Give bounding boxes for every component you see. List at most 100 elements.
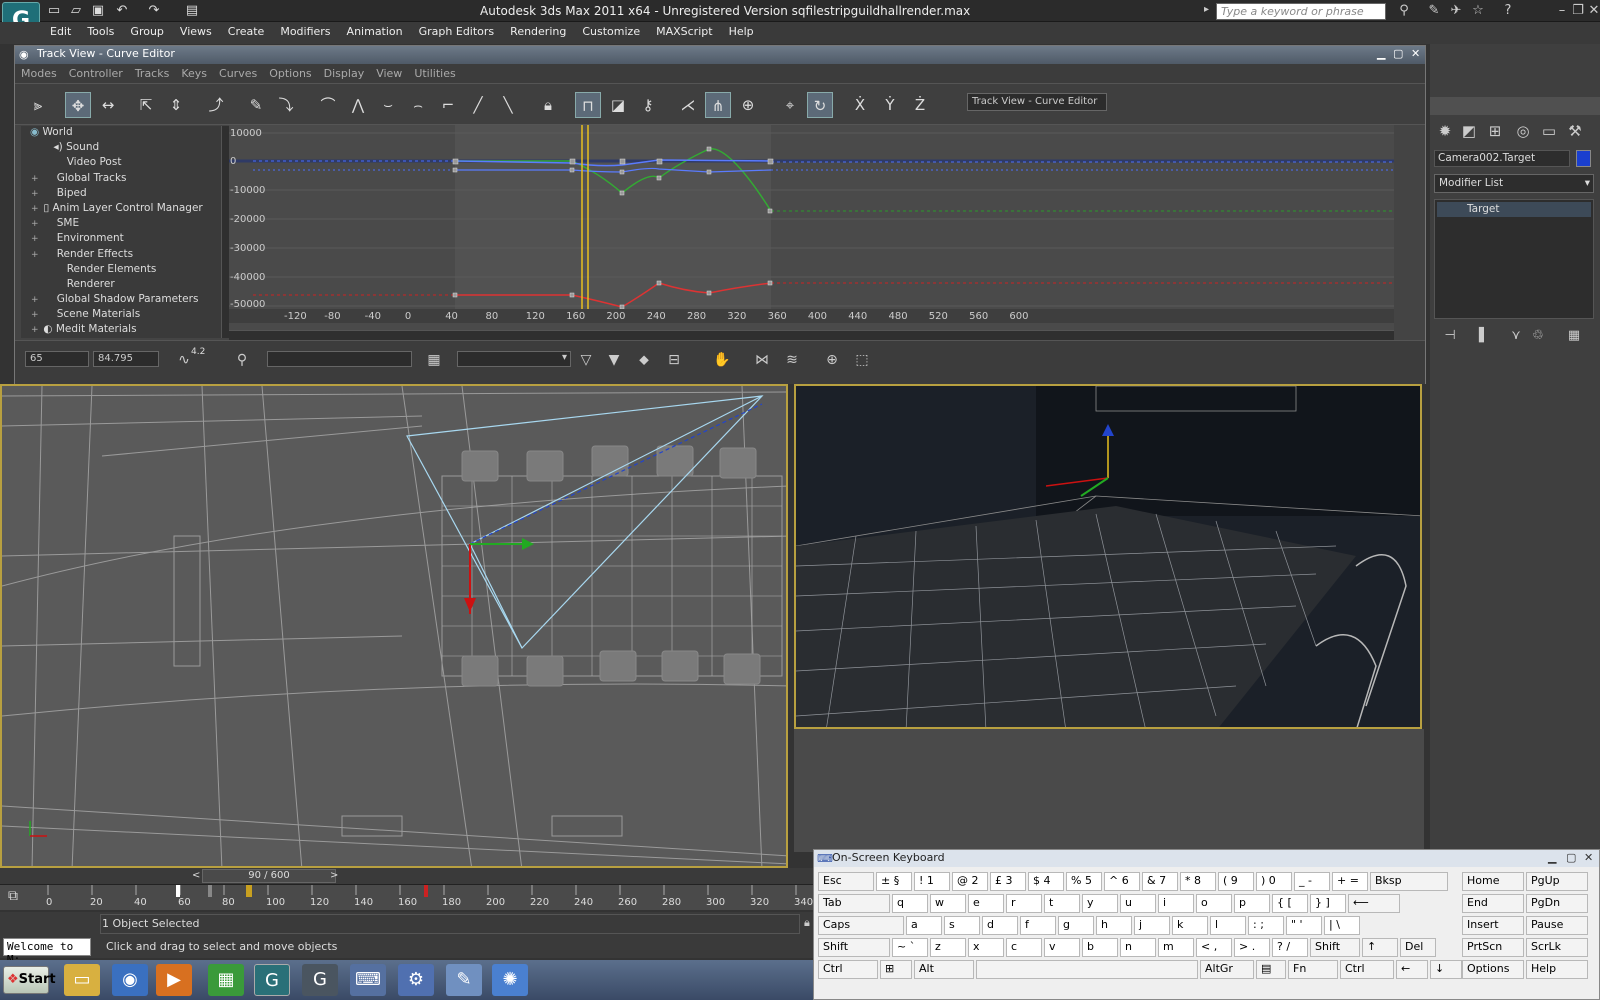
show-keyable-icon[interactable]: ⚷ xyxy=(635,92,661,118)
maxscript-mini-listener[interactable]: Welcome to M: xyxy=(3,938,91,966)
menu-maxscript[interactable]: MAXScript xyxy=(648,22,720,41)
menu-animation[interactable]: Animation xyxy=(339,22,411,41)
key-row4-14[interactable]: Del xyxy=(1400,938,1436,957)
object-name-field[interactable]: Camera002.Target xyxy=(1434,150,1570,167)
key-row2-5[interactable]: t xyxy=(1044,894,1080,913)
key-row5-2[interactable]: Alt xyxy=(914,960,974,979)
tree-item[interactable]: Render Elements xyxy=(21,263,221,278)
key-row4-9[interactable]: < , xyxy=(1196,938,1232,957)
scale-values-icon[interactable]: ⇕ xyxy=(163,92,189,118)
key-row4-2[interactable]: z xyxy=(930,938,966,957)
tree-item[interactable]: + Global Tracks xyxy=(21,172,221,187)
motion-tab-icon[interactable]: ◎ xyxy=(1512,122,1534,144)
key-row3-1[interactable]: a xyxy=(906,916,942,935)
tree-item[interactable]: ◂) Sound xyxy=(21,141,221,156)
key-row3-9[interactable]: l xyxy=(1210,916,1246,935)
biped-y-icon[interactable]: Ẏ xyxy=(877,92,903,118)
show-biped-positions-icon[interactable]: ⌖ xyxy=(777,92,803,118)
show-biped-rotations-icon[interactable]: ↻ xyxy=(807,92,833,118)
track-view-name-field[interactable]: Track View - Curve Editor xyxy=(967,93,1107,111)
nav-key-5[interactable]: Pause xyxy=(1526,916,1588,935)
key-row2-8[interactable]: i xyxy=(1158,894,1194,913)
create-tab-icon[interactable]: ✹ xyxy=(1434,122,1456,144)
fast-tangent-icon[interactable]: ⌣ xyxy=(375,92,401,118)
key-row2-1[interactable]: q xyxy=(892,894,928,913)
key-row4-0[interactable]: Shift xyxy=(818,938,890,957)
object-color-swatch[interactable] xyxy=(1576,150,1591,167)
tools-icon[interactable]: ✎ xyxy=(1426,3,1442,19)
pan-icon[interactable]: ✋ xyxy=(711,349,733,371)
close-icon[interactable]: ✕ xyxy=(1586,3,1600,19)
filter-unlocked-icon[interactable]: ⊟ xyxy=(663,349,685,371)
key-1[interactable]: ± § xyxy=(876,872,912,891)
key-11[interactable]: ) 0 xyxy=(1256,872,1292,891)
key-row5-7[interactable]: Ctrl xyxy=(1340,960,1394,979)
expand-icon[interactable]: + xyxy=(31,310,40,320)
tv-menu-view[interactable]: View xyxy=(370,64,408,83)
expand-icon[interactable]: + xyxy=(31,174,40,184)
tree-item[interactable]: + Global Shadow Parameters xyxy=(21,293,221,308)
browser-app-icon[interactable]: ✺ xyxy=(492,964,528,996)
key-9[interactable]: * 8 xyxy=(1180,872,1216,891)
osk-maximize-icon[interactable]: ▢ xyxy=(1566,851,1576,864)
tv-maximize-icon[interactable]: ▢ xyxy=(1393,47,1403,60)
key-8[interactable]: & 7 xyxy=(1142,872,1178,891)
key-row2-12[interactable]: } ] xyxy=(1310,894,1346,913)
key-13[interactable]: + = xyxy=(1332,872,1368,891)
nav-key-4[interactable]: Insert xyxy=(1462,916,1524,935)
nav-key-2[interactable]: End xyxy=(1462,894,1524,913)
slow-tangent-icon[interactable]: ⌢ xyxy=(405,92,431,118)
tv-minimize-icon[interactable]: ▁ xyxy=(1377,47,1385,60)
tv-menu-utilities[interactable]: Utilities xyxy=(408,64,461,83)
step-tangent-icon[interactable]: ⌐ xyxy=(435,92,461,118)
tv-close-icon[interactable]: ✕ xyxy=(1411,47,1420,60)
tracks-abc-icon[interactable]: ▦ xyxy=(423,349,445,371)
nav-key-9[interactable]: Help xyxy=(1526,960,1588,979)
smooth-tangent-icon[interactable]: ╲ xyxy=(495,92,521,118)
key-14[interactable]: Bksp xyxy=(1370,872,1448,891)
key-row2-2[interactable]: w xyxy=(930,894,966,913)
key-12[interactable]: _ - xyxy=(1294,872,1330,891)
expand-icon[interactable]: + xyxy=(31,204,40,214)
explorer-icon[interactable]: ▭ xyxy=(64,964,100,996)
tree-item[interactable]: + SME xyxy=(21,217,221,232)
network-app-icon[interactable]: ⚙ xyxy=(398,964,434,996)
key-row4-6[interactable]: b xyxy=(1082,938,1118,957)
key-row5-3[interactable] xyxy=(976,960,1198,979)
zoom-value-extents-icon[interactable]: ≋ xyxy=(781,349,803,371)
lock-selection-icon[interactable]: 🔒︎ xyxy=(535,92,561,118)
tv-menu-controller[interactable]: Controller xyxy=(63,64,129,83)
move-keys-icon[interactable]: ✥ xyxy=(65,92,91,118)
expand-icon[interactable]: + xyxy=(31,325,40,335)
undo-icon[interactable]: ↶ xyxy=(114,3,130,19)
expand-icon[interactable]: + xyxy=(31,250,40,260)
menu-rendering[interactable]: Rendering xyxy=(502,22,574,41)
key-row5-8[interactable]: ← xyxy=(1396,960,1428,979)
zoom-selected-object-icon[interactable]: ⚲ xyxy=(231,349,253,371)
key-7[interactable]: ^ 6 xyxy=(1104,872,1140,891)
internet-explorer-icon[interactable]: ◉ xyxy=(112,964,148,996)
key-10[interactable]: ( 9 xyxy=(1218,872,1254,891)
stack-item-target[interactable]: Target xyxy=(1437,202,1591,217)
tv-menu-options[interactable]: Options xyxy=(263,64,317,83)
key-row5-9[interactable]: ↓ xyxy=(1430,960,1462,979)
modifier-list-dropdown[interactable]: Modifier List ▾ xyxy=(1434,174,1594,193)
new-file-icon[interactable]: ▭ xyxy=(46,3,62,19)
osk-minimize-icon[interactable]: ▁ xyxy=(1548,851,1556,864)
keyboard-app-icon[interactable]: ⌨ xyxy=(350,964,386,996)
help-icon[interactable]: ? xyxy=(1500,3,1516,19)
spreadsheet-app-icon[interactable]: ▦ xyxy=(208,964,244,996)
key-row4-1[interactable]: ~ ` xyxy=(892,938,928,957)
next-frame-icon[interactable]: > xyxy=(330,870,338,881)
tree-item[interactable]: + Biped xyxy=(21,187,221,202)
viewport-left[interactable] xyxy=(0,384,788,868)
key-row2-11[interactable]: { [ xyxy=(1272,894,1308,913)
nav-key-8[interactable]: Options xyxy=(1462,960,1524,979)
curve-graph[interactable]: 10000 0 -10000 -20000 -30000 -40000 -500… xyxy=(229,125,1394,345)
filter-selected-tracks-icon[interactable]: ▽ xyxy=(575,349,597,371)
key-3[interactable]: @ 2 xyxy=(952,872,988,891)
tree-item[interactable]: + Environment xyxy=(21,232,221,247)
key-row4-3[interactable]: x xyxy=(968,938,1004,957)
3dsmax-app-icon[interactable]: G xyxy=(254,964,290,996)
track-bar[interactable]: ⧉ 0 20 40 60 80 100 120 140 160 180 200 220 240 260 28… xyxy=(0,884,816,910)
